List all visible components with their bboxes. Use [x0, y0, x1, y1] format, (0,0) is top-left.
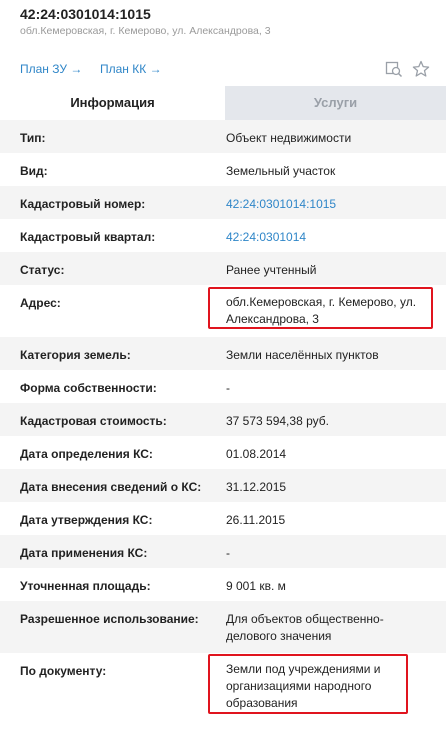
row-value: 9 001 кв. м	[226, 579, 286, 593]
table-row: Дата внесения сведений о КС: 31.12.2015	[0, 469, 446, 502]
table-row: Уточненная площадь: 9 001 кв. м	[0, 568, 446, 601]
row-label: Тип:	[20, 131, 46, 145]
row-value: -	[226, 546, 230, 560]
page-title: 42:24:0301014:1015	[20, 6, 151, 22]
row-value: 01.08.2014	[226, 447, 287, 461]
tab-information[interactable]: Информация	[0, 86, 225, 120]
table-row: Кадастровый номер: 42:24:0301014:1015	[0, 186, 446, 219]
table-row: Адрес: обл.Кемеровская, г. Кемерово, ул.…	[0, 285, 446, 337]
table-row: Тип: Объект недвижимости	[0, 120, 446, 153]
plan-zu-link[interactable]: План ЗУ →	[20, 62, 82, 76]
page-subtitle-address: обл.Кемеровская, г. Кемерово, ул. Алекса…	[20, 25, 271, 37]
link-toolbar: План ЗУ → План КК →	[0, 52, 446, 86]
row-value: Объект недвижимости	[226, 131, 352, 145]
row-value: 37 573 594,38 руб.	[226, 414, 329, 428]
tab-services[interactable]: Услуги	[225, 86, 446, 120]
row-label: По документу:	[20, 664, 107, 678]
row-label: Статус:	[20, 263, 65, 277]
row-label: Форма собственности:	[20, 381, 157, 395]
row-label: Кадастровый квартал:	[20, 230, 156, 244]
row-value: -	[226, 381, 230, 395]
table-row: Кадастровая стоимость: 37 573 594,38 руб…	[0, 403, 446, 436]
tab-bar: Информация Услуги	[0, 86, 446, 120]
row-value: Земли населённых пунктов	[226, 348, 379, 362]
header: 42:24:0301014:1015 обл.Кемеровская, г. К…	[0, 0, 446, 52]
row-label: Разрешенное использование:	[20, 612, 199, 626]
row-label: Дата применения КС:	[20, 546, 148, 560]
row-label: Кадастровая стоимость:	[20, 414, 167, 428]
star-icon[interactable]	[412, 60, 430, 78]
table-row: Кадастровый квартал: 42:24:0301014	[0, 219, 446, 252]
table-row: Дата определения КС: 01.08.2014	[0, 436, 446, 469]
row-label: Вид:	[20, 164, 48, 178]
table-row: Вид: Земельный участок	[0, 153, 446, 186]
row-label: Дата внесения сведений о КС:	[20, 480, 202, 494]
row-label: Адрес:	[20, 296, 61, 310]
row-label: Дата определения КС:	[20, 447, 153, 461]
row-value: 26.11.2015	[226, 513, 286, 527]
document-value: Земли под учреждениями и организациями н…	[226, 662, 381, 710]
row-label: Категория земель:	[20, 348, 131, 362]
table-row: Статус: Ранее учтенный	[0, 252, 446, 285]
table-row: Дата утверждения КС: 26.11.2015	[0, 502, 446, 535]
table-row: Дата применения КС: -	[0, 535, 446, 568]
row-value: Земельный участок	[226, 164, 336, 178]
table-row: По документу: Земли под учреждениями и о…	[0, 653, 446, 735]
row-value: 31.12.2015	[226, 480, 287, 494]
row-value: Для объектов общественно-делового значен…	[226, 612, 384, 643]
plan-kk-link[interactable]: План КК →	[100, 62, 162, 76]
cadastral-quarter-link[interactable]: 42:24:0301014	[226, 229, 436, 246]
table-row: Разрешенное использование: Для объектов …	[0, 601, 446, 653]
info-table: Тип: Объект недвижимости Вид: Земельный …	[0, 120, 446, 735]
cadastral-number-link[interactable]: 42:24:0301014:1015	[226, 196, 436, 213]
search-map-icon[interactable]	[385, 60, 403, 78]
address-value: обл.Кемеровская, г. Кемерово, ул. Алекса…	[226, 295, 417, 326]
row-label: Кадастровый номер:	[20, 197, 146, 211]
table-row: Категория земель: Земли населённых пункт…	[0, 337, 446, 370]
table-row: Форма собственности: -	[0, 370, 446, 403]
row-label: Дата утверждения КС:	[20, 513, 153, 527]
row-label: Уточненная площадь:	[20, 579, 151, 593]
row-value: Ранее учтенный	[226, 263, 317, 277]
